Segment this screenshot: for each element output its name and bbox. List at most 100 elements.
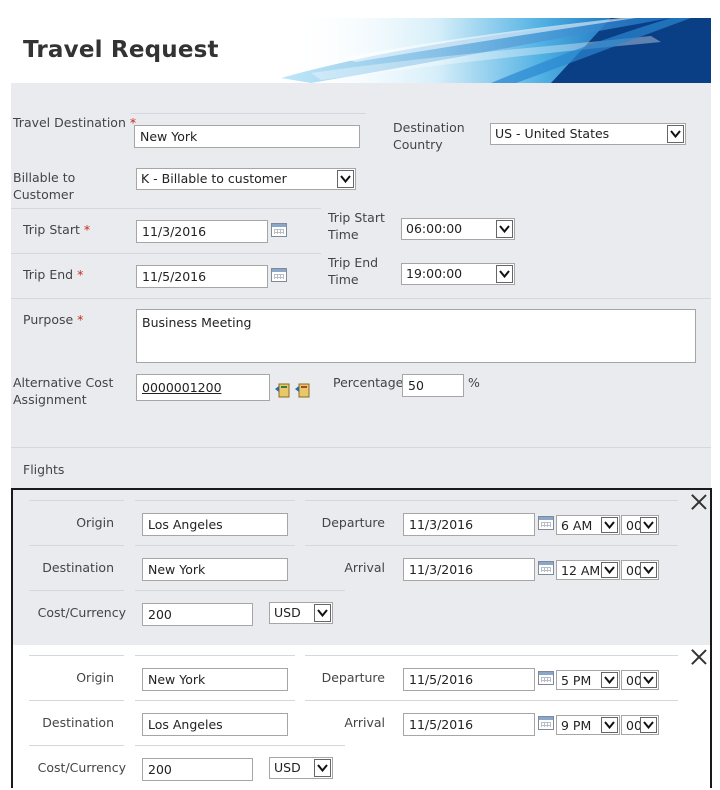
departure-date-input[interactable]: 11/5/2016: [403, 668, 535, 691]
divider: [305, 655, 678, 656]
currency-select[interactable]: USD: [269, 602, 333, 624]
chevron-down-icon[interactable]: [496, 265, 513, 283]
divider: [11, 253, 321, 254]
header-banner: Travel Request: [11, 18, 711, 83]
calendar-icon[interactable]: [538, 716, 554, 730]
calendar-icon[interactable]: [538, 671, 554, 685]
trip-end-time-select[interactable]: 19:00:00: [401, 263, 515, 285]
arrival-minute-select[interactable]: 00: [621, 560, 659, 580]
destination-country-select[interactable]: US - United States: [490, 123, 686, 145]
calendar-icon[interactable]: [538, 516, 554, 530]
arrival-date-input[interactable]: 11/3/2016: [403, 558, 535, 581]
divider: [131, 113, 366, 114]
chevron-down-icon[interactable]: [640, 562, 657, 578]
divider: [11, 208, 321, 209]
purpose-textarea[interactable]: Business Meeting: [136, 309, 696, 363]
destination-input[interactable]: New York: [142, 558, 288, 581]
billable-label: Billable to Customer: [13, 170, 76, 202]
divider: [305, 700, 678, 701]
percentage-input[interactable]: 50: [402, 374, 464, 397]
departure-minute-select[interactable]: 00: [621, 670, 659, 690]
calendar-icon[interactable]: [271, 268, 287, 282]
cost-currency-label: Cost/Currency: [37, 605, 126, 620]
origin-label: Origin: [76, 515, 114, 530]
destination-label: Destination: [42, 560, 114, 575]
cost-input[interactable]: 200: [142, 603, 253, 626]
chevron-down-icon[interactable]: [640, 517, 657, 533]
divider: [11, 447, 711, 448]
purpose-label: Purpose *: [23, 312, 84, 327]
divider: [135, 545, 295, 546]
chevron-down-icon[interactable]: [640, 672, 657, 688]
close-icon[interactable]: [691, 649, 707, 665]
chevron-down-icon[interactable]: [601, 672, 618, 688]
cost-input[interactable]: 200: [142, 758, 253, 781]
divider: [135, 655, 295, 656]
currency-select[interactable]: USD: [269, 757, 333, 779]
trip-start-time-select[interactable]: 06:00:00: [401, 218, 515, 240]
destination-country-label: Destination Country: [393, 120, 465, 152]
departure-label: Departure: [321, 670, 385, 685]
departure-hour-select[interactable]: 6 AM: [556, 515, 620, 535]
chevron-down-icon[interactable]: [496, 220, 513, 238]
divider: [135, 500, 295, 501]
departure-minute-select[interactable]: 00: [621, 515, 659, 535]
divider: [135, 590, 345, 591]
billable-select[interactable]: K - Billable to customer: [136, 168, 356, 190]
departure-date-input[interactable]: 11/3/2016: [403, 513, 535, 536]
chevron-down-icon[interactable]: [667, 125, 684, 143]
trip-start-label: Trip Start *: [23, 222, 91, 237]
close-icon[interactable]: [691, 494, 707, 510]
cost-currency-label: Cost/Currency: [37, 760, 126, 775]
trip-end-time-label: Trip End Time: [328, 255, 379, 287]
arrival-date-input[interactable]: 11/5/2016: [403, 713, 535, 736]
alt-cost-link[interactable]: 0000001200: [142, 380, 222, 395]
departure-label: Departure: [321, 515, 385, 530]
percentage-label: Percentage: [333, 375, 404, 390]
trip-end-input[interactable]: 11/5/2016: [136, 265, 268, 288]
arrival-hour-select[interactable]: 9 PM: [556, 715, 620, 735]
percent-sign: %: [468, 375, 480, 390]
arrival-label: Arrival: [344, 560, 385, 575]
divider: [135, 745, 345, 746]
chevron-down-icon[interactable]: [640, 717, 657, 733]
chevron-down-icon[interactable]: [601, 517, 618, 533]
origin-input[interactable]: New York: [142, 668, 288, 691]
arrival-minute-select[interactable]: 00: [621, 715, 659, 735]
divider: [305, 545, 678, 546]
address-book-icon[interactable]: [295, 382, 311, 398]
chevron-down-icon[interactable]: [314, 759, 331, 777]
trip-end-label: Trip End *: [23, 267, 84, 282]
divider: [29, 500, 124, 501]
chevron-down-icon[interactable]: [601, 562, 618, 578]
address-book-icon[interactable]: [275, 382, 291, 398]
origin-input[interactable]: Los Angeles: [142, 513, 288, 536]
divider: [305, 500, 678, 501]
travel-destination-input[interactable]: New York: [134, 125, 360, 148]
flight-row: Origin Los Angeles Departure 11/3/2016 6…: [13, 490, 710, 645]
divider: [29, 745, 124, 746]
divider: [11, 298, 711, 299]
destination-input[interactable]: Los Angeles: [142, 713, 288, 736]
alt-cost-input[interactable]: 0000001200: [136, 374, 270, 401]
flight-row: Origin New York Departure 11/5/2016 5 PM…: [13, 645, 710, 790]
calendar-icon[interactable]: [538, 561, 554, 575]
departure-hour-select[interactable]: 5 PM: [556, 670, 620, 690]
chevron-down-icon[interactable]: [337, 170, 354, 188]
divider: [29, 700, 124, 701]
origin-label: Origin: [76, 670, 114, 685]
calendar-icon[interactable]: [271, 223, 287, 237]
flights-panel: Origin Los Angeles Departure 11/3/2016 6…: [11, 488, 712, 790]
travel-request-form: Travel Destination * New York Destinatio…: [11, 83, 711, 489]
trip-start-time-label: Trip Start Time: [328, 210, 385, 242]
alt-cost-label: Alternative Cost Assignment: [13, 375, 114, 407]
divider: [29, 590, 124, 591]
flights-heading: Flights: [23, 462, 65, 477]
divider: [29, 655, 124, 656]
chevron-down-icon[interactable]: [314, 604, 331, 622]
chevron-down-icon[interactable]: [601, 717, 618, 733]
divider: [135, 700, 295, 701]
arrival-hour-select[interactable]: 12 AM: [556, 560, 620, 580]
trip-start-input[interactable]: 11/3/2016: [136, 220, 268, 243]
arrival-label: Arrival: [344, 715, 385, 730]
